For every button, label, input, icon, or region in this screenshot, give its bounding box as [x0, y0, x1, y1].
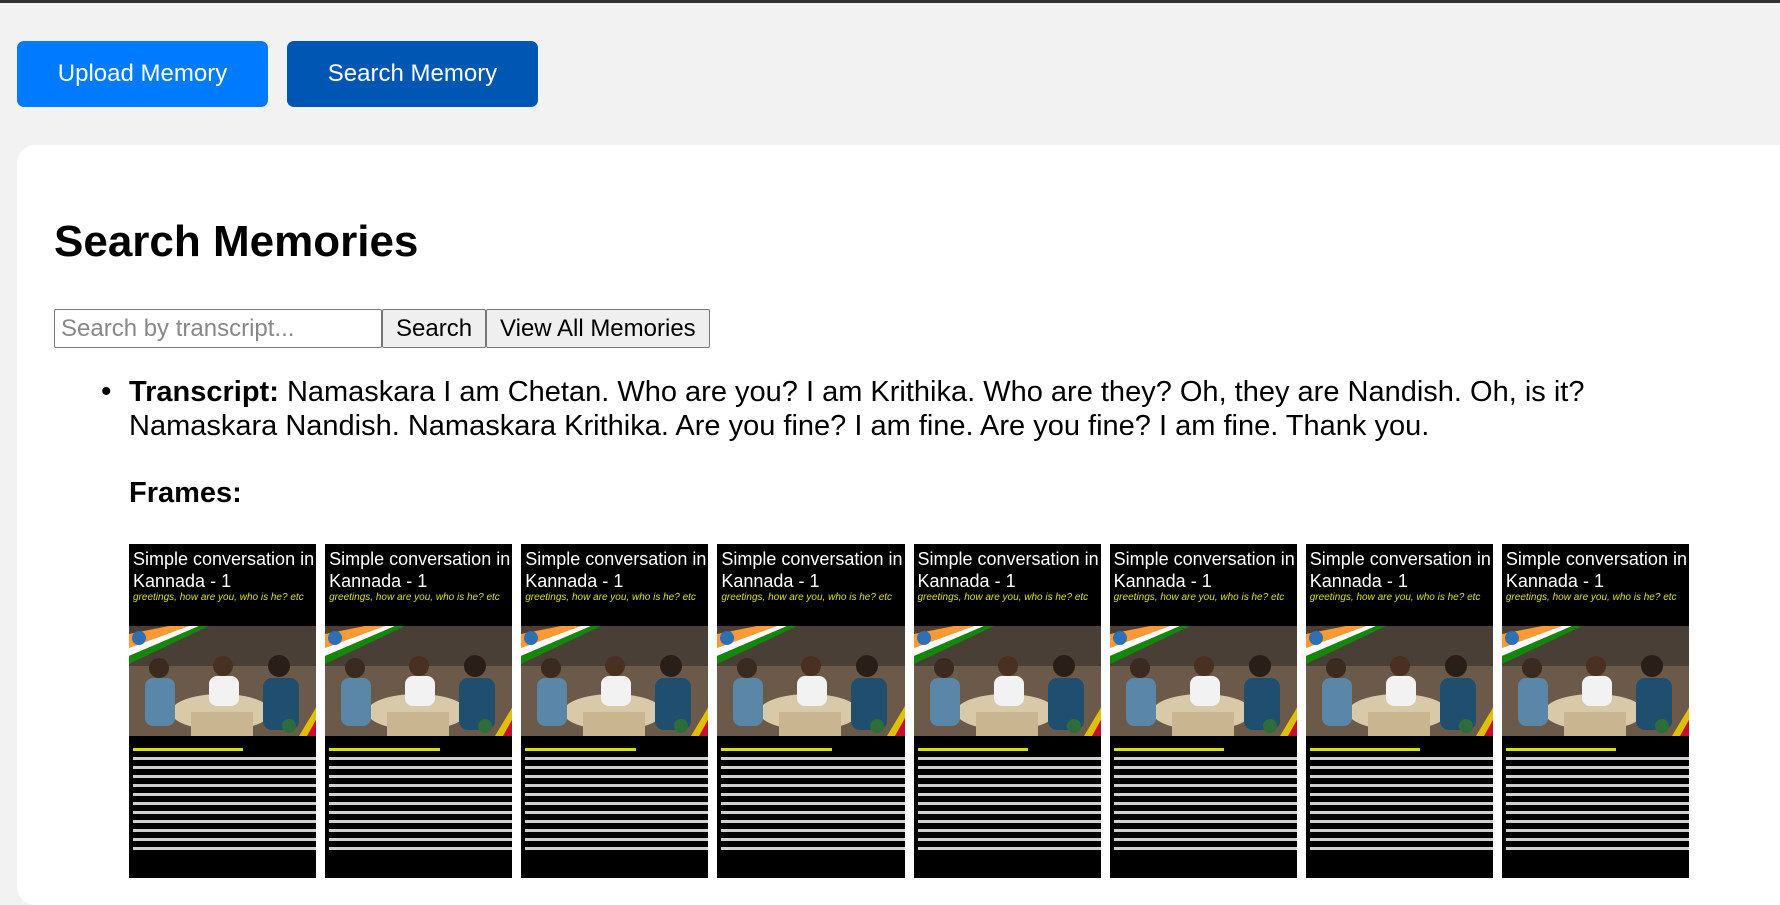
video-frame: Simple conversation in Kannada - 1 greet…: [1109, 544, 1297, 878]
frame-scene-image: [913, 626, 1101, 736]
video-frame: Simple conversation in Kannada - 1 greet…: [913, 544, 1101, 878]
frame-scene-image: [521, 626, 709, 736]
frame-title: Simple conversation in Kannada - 1: [133, 549, 315, 591]
frame-subtitle: greetings, how are you, who is he? etc: [133, 592, 304, 603]
frame-scene-image: [325, 626, 513, 736]
upload-memory-button[interactable]: Upload Memory: [17, 41, 268, 107]
video-frame: Simple conversation in Kannada - 1 greet…: [521, 544, 709, 878]
transcript: Transcript: Namaskara I am Chetan. Who a…: [129, 375, 1689, 443]
frame-title: Simple conversation in Kannada - 1: [1113, 549, 1295, 591]
frame-vocab-text-lines: [329, 748, 513, 856]
frames-strip: Simple conversation in Kannada - 1 greet…: [129, 544, 1689, 878]
frame-vocab-text-lines: [721, 748, 905, 856]
page-title: Search Memories: [54, 217, 419, 266]
frame-vocab-text-lines: [133, 748, 317, 856]
frame-vocab-text-lines: [1113, 748, 1297, 856]
frame-title: Simple conversation in Kannada - 1: [917, 549, 1099, 591]
frame-subtitle: greetings, how are you, who is he? etc: [1505, 592, 1677, 603]
video-frame: Simple conversation in Kannada - 1 greet…: [1501, 544, 1689, 878]
frames-label: Frames:: [129, 477, 242, 509]
list-bullet: •: [101, 375, 112, 408]
frame-scene-image: [129, 626, 317, 736]
video-frame: Simple conversation in Kannada - 1 greet…: [1305, 544, 1493, 878]
transcript-text: Namaskara I am Chetan. Who are you? I am…: [129, 376, 1585, 442]
video-frame: Simple conversation in Kannada - 1 greet…: [325, 544, 513, 878]
frame-subtitle: greetings, how are you, who is he? etc: [525, 592, 696, 603]
search-bar: Search View All Memories: [54, 309, 710, 348]
memory-result-item: • Transcript: Namaskara I am Chetan. Who…: [101, 375, 1689, 878]
frame-vocab-text-lines: [525, 748, 709, 856]
frame-title: Simple conversation in Kannada - 1: [329, 549, 511, 591]
frame-subtitle: greetings, how are you, who is he? etc: [721, 592, 893, 603]
top-border: [0, 0, 1780, 3]
frame-subtitle: greetings, how are you, who is he? etc: [329, 592, 500, 603]
frame-subtitle: greetings, how are you, who is he? etc: [917, 592, 1089, 603]
frame-scene-image: [717, 626, 905, 736]
video-frame: Simple conversation in Kannada - 1 greet…: [129, 544, 317, 878]
frame-title: Simple conversation in Kannada - 1: [1505, 549, 1687, 591]
frame-subtitle: greetings, how are you, who is he? etc: [1113, 592, 1285, 603]
frame-vocab-text-lines: [1505, 748, 1689, 856]
view-all-memories-button[interactable]: View All Memories: [486, 309, 710, 348]
frame-title: Simple conversation in Kannada - 1: [1309, 549, 1491, 591]
frame-scene-image: [1109, 626, 1297, 736]
top-nav: Upload Memory Search Memory: [17, 41, 538, 107]
frame-subtitle: greetings, how are you, who is he? etc: [1309, 592, 1481, 603]
frame-vocab-text-lines: [917, 748, 1101, 856]
frame-scene-image: [1305, 626, 1493, 736]
frame-vocab-text-lines: [1309, 748, 1493, 856]
frame-scene-image: [1501, 626, 1689, 736]
search-memory-button[interactable]: Search Memory: [287, 41, 538, 107]
search-button[interactable]: Search: [382, 309, 487, 348]
video-frame: Simple conversation in Kannada - 1 greet…: [717, 544, 905, 878]
search-input[interactable]: [54, 309, 382, 348]
transcript-label: Transcript:: [129, 376, 279, 408]
frame-title: Simple conversation in Kannada - 1: [525, 549, 707, 591]
frame-title: Simple conversation in Kannada - 1: [721, 549, 903, 591]
search-memories-panel: Search Memories Search View All Memories…: [17, 145, 1780, 905]
